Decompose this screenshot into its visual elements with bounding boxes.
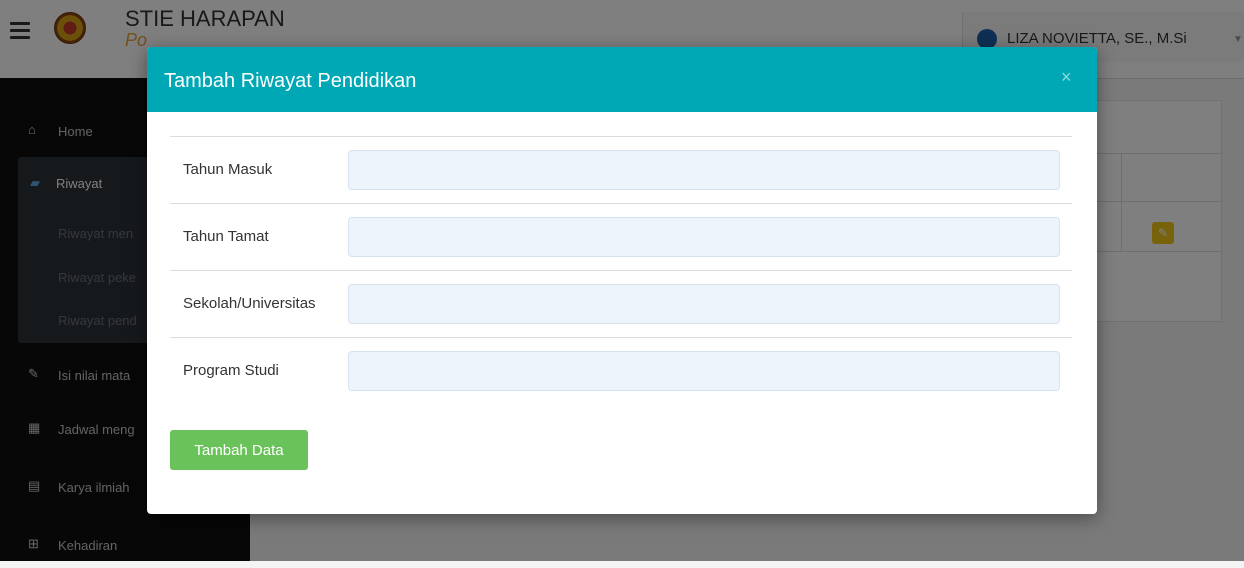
program-studi-input[interactable] (348, 351, 1060, 391)
modal-header: Tambah Riwayat Pendidikan × (147, 47, 1097, 112)
sekolah-universitas-input[interactable] (348, 284, 1060, 324)
tahun-masuk-input[interactable] (348, 150, 1060, 190)
tambah-data-button[interactable]: Tambah Data (170, 430, 308, 470)
form-divider (170, 203, 1072, 204)
tahun-tamat-label: Tahun Tamat (183, 228, 269, 245)
program-studi-label: Program Studi (183, 362, 279, 379)
add-education-modal: Tambah Riwayat Pendidikan × Tahun Masuk … (147, 47, 1097, 514)
close-icon[interactable]: × (1061, 67, 1072, 88)
modal-title: Tambah Riwayat Pendidikan (164, 70, 417, 92)
tahun-masuk-label: Tahun Masuk (183, 161, 273, 178)
form-divider (170, 136, 1072, 137)
form-divider (170, 270, 1072, 271)
sekolah-universitas-label: Sekolah/Universitas (183, 295, 316, 312)
tahun-tamat-input[interactable] (348, 217, 1060, 257)
form-divider (170, 337, 1072, 338)
